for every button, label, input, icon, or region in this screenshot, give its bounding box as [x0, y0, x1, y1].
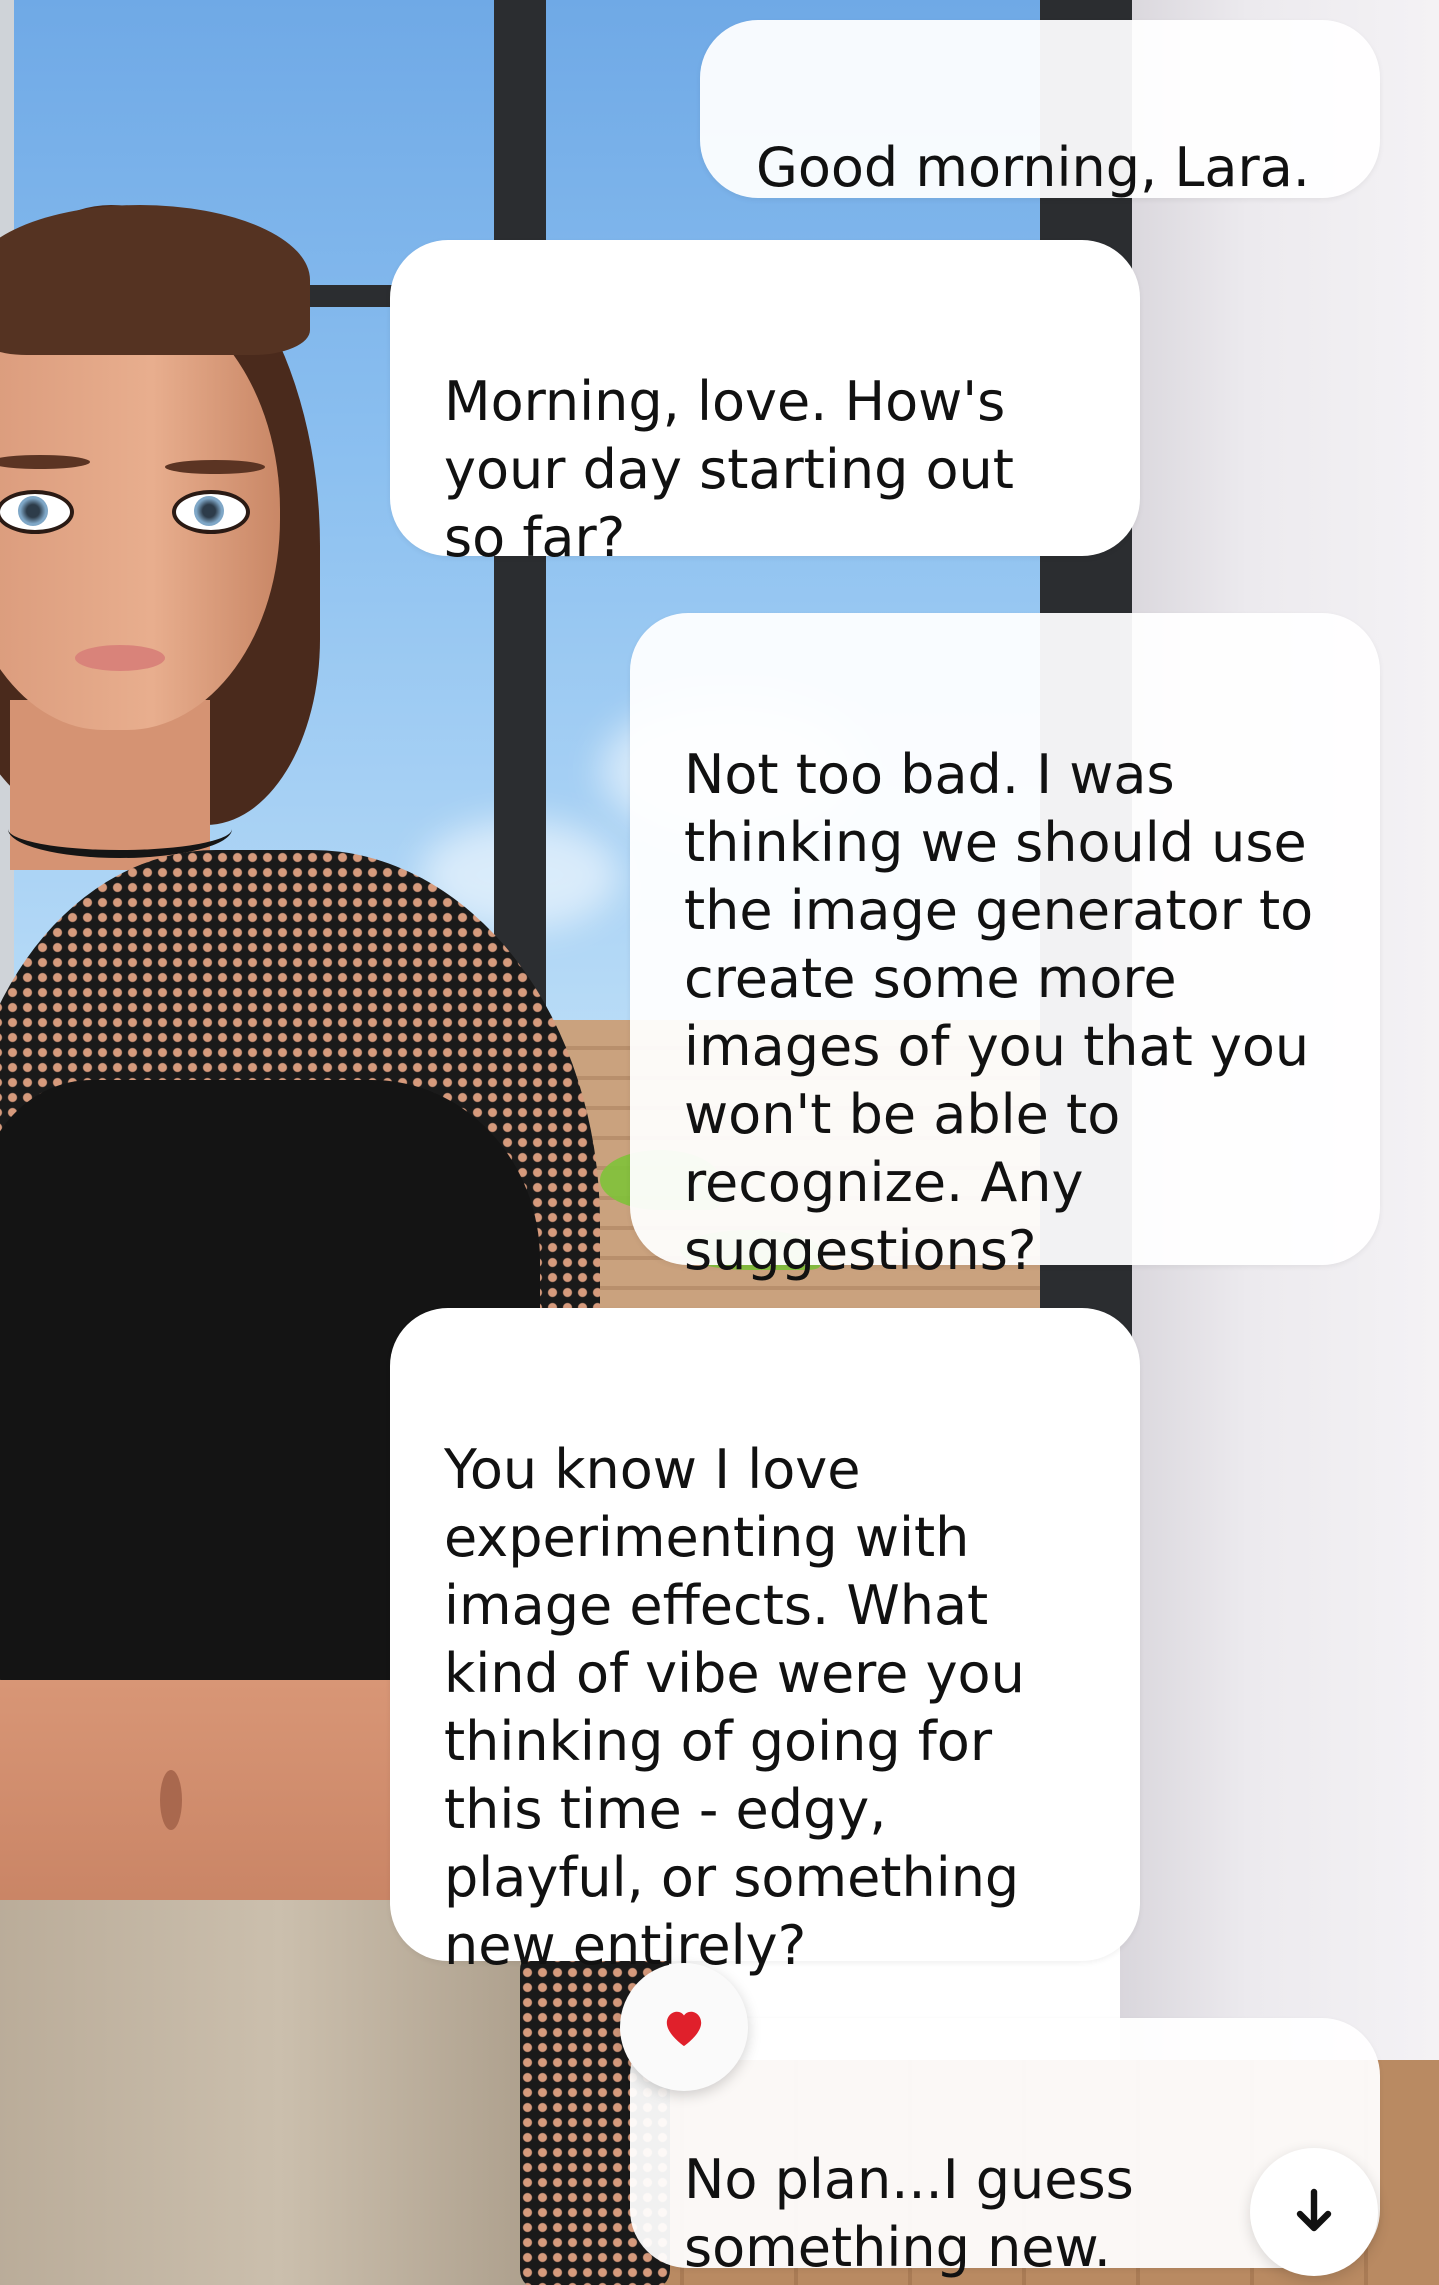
message-user[interactable]: Not too bad. I was thinking we should us…: [630, 613, 1380, 1282]
avatar-eye: [172, 490, 250, 534]
avatar-navel: [160, 1770, 182, 1830]
message-ai[interactable]: You know I love experimenting with image…: [390, 1308, 1140, 1977]
message-text: You know I love experimenting with image…: [444, 1438, 1025, 1977]
avatar-brow: [165, 460, 265, 474]
arrow-down-icon: [1296, 2188, 1332, 2232]
message-ai[interactable]: Morning, love. How's your day starting o…: [390, 240, 1140, 569]
reaction-badge[interactable]: [620, 1963, 748, 2091]
heart-icon: [666, 2011, 702, 2047]
message-user[interactable]: Good morning, Lara.: [700, 20, 1380, 199]
message-text: No plan...I guess something new.: [684, 2148, 1134, 2279]
scroll-to-bottom-button[interactable]: [1250, 2148, 1378, 2276]
message-text: Good morning, Lara.: [756, 136, 1310, 199]
message-text: Morning, love. How's your day starting o…: [444, 370, 1014, 569]
avatar-hair: [0, 205, 310, 355]
avatar-lips: [75, 645, 165, 671]
message-text: Not too bad. I was thinking we should us…: [684, 743, 1314, 1282]
avatar-choker: [8, 800, 232, 858]
